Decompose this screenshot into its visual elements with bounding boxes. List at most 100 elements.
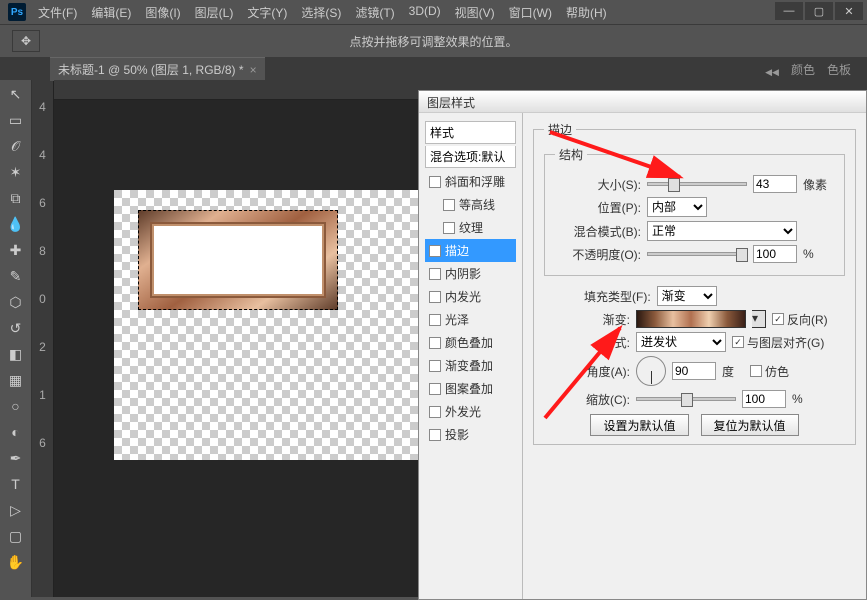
minimize-button[interactable]: — xyxy=(775,2,803,20)
lasso-tool[interactable]: 𝒪 xyxy=(5,136,27,156)
layer-style-dialog: 图层样式 样式 混合选项:默认 斜面和浮雕 等高线 纹理 描边 内阴影 内发光 … xyxy=(418,90,867,600)
tab-swatch[interactable]: 色板 xyxy=(821,59,857,80)
brush-tool[interactable]: ✎ xyxy=(5,266,27,286)
style-pattern-overlay[interactable]: 图案叠加 xyxy=(425,377,516,400)
gradient-style-select[interactable]: 迸发状 xyxy=(636,332,726,352)
style-contour[interactable]: 等高线 xyxy=(425,193,516,216)
angle-input[interactable] xyxy=(672,362,716,380)
menu-layer[interactable]: 图层(L) xyxy=(195,4,234,21)
checkbox[interactable] xyxy=(429,337,441,349)
app-icon: Ps xyxy=(8,3,26,21)
menu-type[interactable]: 文字(Y) xyxy=(247,4,287,21)
shape-tool[interactable]: ▢ xyxy=(5,526,27,546)
checkbox[interactable] xyxy=(429,245,441,257)
panel-collapse-icon[interactable]: ◀◀ xyxy=(759,65,785,80)
window-controls: — ▢ ✕ xyxy=(775,2,863,20)
checkbox[interactable] xyxy=(429,383,441,395)
tab-color[interactable]: 颜色 xyxy=(785,59,821,80)
style-satin[interactable]: 光泽 xyxy=(425,308,516,331)
percent-label: % xyxy=(803,247,814,261)
reset-default-button[interactable]: 复位为默认值 xyxy=(701,414,799,436)
style-gradient-overlay[interactable]: 渐变叠加 xyxy=(425,354,516,377)
wand-tool[interactable]: ✶ xyxy=(5,162,27,182)
size-slider[interactable] xyxy=(647,182,747,186)
opacity-slider[interactable] xyxy=(647,252,747,256)
menu-help[interactable]: 帮助(H) xyxy=(566,4,607,21)
checkbox[interactable] xyxy=(429,268,441,280)
fill-type-select[interactable]: 渐变 xyxy=(657,286,717,306)
checkbox[interactable] xyxy=(429,429,441,441)
canvas[interactable] xyxy=(114,190,424,460)
reverse-checkbox[interactable] xyxy=(772,313,784,325)
stroke-fieldset: 描边 结构 大小(S): 像素 位置(P): 内部 混合模式(B): xyxy=(533,121,856,445)
styles-header[interactable]: 样式 xyxy=(425,121,516,144)
position-label: 位置(P): xyxy=(555,199,641,216)
angle-dial[interactable] xyxy=(636,356,666,386)
dodge-tool[interactable]: ◐ xyxy=(5,422,27,442)
menu-3d[interactable]: 3D(D) xyxy=(409,4,441,21)
gradient-tool[interactable]: ▦ xyxy=(5,370,27,390)
stroke-props-panel: 描边 结构 大小(S): 像素 位置(P): 内部 混合模式(B): xyxy=(523,113,866,599)
position-select[interactable]: 内部 xyxy=(647,197,707,217)
checkbox[interactable] xyxy=(443,199,455,211)
gradient-swatch[interactable] xyxy=(636,310,746,328)
checkbox[interactable] xyxy=(443,222,455,234)
eyedropper-tool[interactable]: 💧 xyxy=(5,214,27,234)
crop-tool[interactable]: ⧉ xyxy=(5,188,27,208)
tab-close-icon[interactable]: × xyxy=(250,63,257,77)
close-button[interactable]: ✕ xyxy=(835,2,863,20)
path-select-tool[interactable]: ▷ xyxy=(5,500,27,520)
history-brush-tool[interactable]: ↺ xyxy=(5,318,27,338)
size-input[interactable] xyxy=(753,175,797,193)
style-bevel[interactable]: 斜面和浮雕 xyxy=(425,170,516,193)
reverse-label: 反向(R) xyxy=(787,311,828,328)
panel-tabset: ◀◀ 颜色 色板 xyxy=(755,58,861,80)
style-drop-shadow[interactable]: 投影 xyxy=(425,423,516,446)
checkbox[interactable] xyxy=(429,314,441,326)
style-outer-glow[interactable]: 外发光 xyxy=(425,400,516,423)
blur-tool[interactable]: ○ xyxy=(5,396,27,416)
menu-select[interactable]: 选择(S) xyxy=(301,4,341,21)
menu-view[interactable]: 视图(V) xyxy=(455,4,495,21)
maximize-button[interactable]: ▢ xyxy=(805,2,833,20)
pen-tool[interactable]: ✒ xyxy=(5,448,27,468)
style-inner-shadow[interactable]: 内阴影 xyxy=(425,262,516,285)
options-bar: ✥ 点按并拖移可调整效果的位置。 xyxy=(0,24,867,58)
menu-filter[interactable]: 滤镜(T) xyxy=(355,4,394,21)
menu-image[interactable]: 图像(I) xyxy=(145,4,180,21)
checkbox[interactable] xyxy=(429,176,441,188)
marquee-tool[interactable]: ▭ xyxy=(5,110,27,130)
gradient-picker-button[interactable]: ▾ xyxy=(752,310,766,328)
dither-checkbox[interactable] xyxy=(750,365,762,377)
menu-edit[interactable]: 编辑(E) xyxy=(91,4,131,21)
checkbox[interactable] xyxy=(429,291,441,303)
options-hint: 点按并拖移可调整效果的位置。 xyxy=(349,33,517,50)
scale-input[interactable] xyxy=(742,390,786,408)
align-layer-label: 与图层对齐(G) xyxy=(747,334,824,351)
heal-tool[interactable]: ✚ xyxy=(5,240,27,260)
blend-options-default[interactable]: 混合选项:默认 xyxy=(425,146,516,168)
style-inner-glow[interactable]: 内发光 xyxy=(425,285,516,308)
menu-file[interactable]: 文件(F) xyxy=(38,4,77,21)
type-tool[interactable]: T xyxy=(5,474,27,494)
checkbox[interactable] xyxy=(429,406,441,418)
stamp-tool[interactable]: ⬡ xyxy=(5,292,27,312)
style-stroke[interactable]: 描边 xyxy=(425,239,516,262)
set-default-button[interactable]: 设置为默认值 xyxy=(590,414,688,436)
eraser-tool[interactable]: ◧ xyxy=(5,344,27,364)
styles-list-panel: 样式 混合选项:默认 斜面和浮雕 等高线 纹理 描边 内阴影 内发光 光泽 颜色… xyxy=(419,113,523,599)
percent-label-2: % xyxy=(792,392,803,406)
style-color-overlay[interactable]: 颜色叠加 xyxy=(425,331,516,354)
blend-select[interactable]: 正常 xyxy=(647,221,797,241)
scale-slider[interactable] xyxy=(636,397,736,401)
opacity-input[interactable] xyxy=(753,245,797,263)
align-layer-checkbox[interactable] xyxy=(732,336,744,348)
tab-title: 未标题-1 @ 50% (图层 1, RGB/8) * xyxy=(58,61,244,78)
document-tab[interactable]: 未标题-1 @ 50% (图层 1, RGB/8) * × xyxy=(50,57,265,81)
checkbox[interactable] xyxy=(429,360,441,372)
hand-tool[interactable]: ✋ xyxy=(5,552,27,572)
style-texture[interactable]: 纹理 xyxy=(425,216,516,239)
menu-window[interactable]: 窗口(W) xyxy=(509,4,552,21)
move-tool[interactable]: ↖ xyxy=(5,84,27,104)
titlebar: Ps 文件(F) 编辑(E) 图像(I) 图层(L) 文字(Y) 选择(S) 滤… xyxy=(0,0,867,24)
